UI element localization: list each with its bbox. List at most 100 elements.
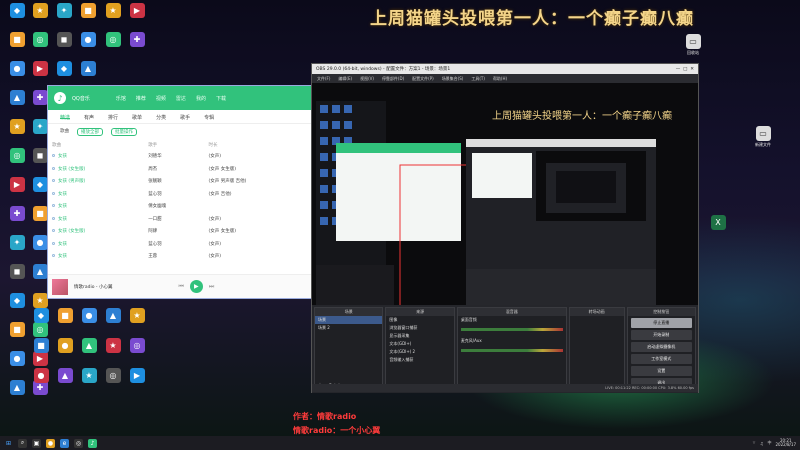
song-title[interactable]: 女孩 (女生版) (48, 163, 144, 176)
song-artist[interactable]: 刘德华 (144, 150, 204, 163)
menu-edit[interactable]: 编辑(E) (338, 76, 352, 81)
source-item[interactable]: 文本(GDI+) (386, 340, 453, 348)
desktop-icon[interactable]: ▶ (124, 368, 150, 384)
song-artist[interactable]: 王蓉 (144, 250, 204, 263)
network-icon[interactable]: ⌔ (752, 440, 756, 446)
menu-tools[interactable]: 工具(T) (471, 76, 485, 81)
music-player-window[interactable]: ♪ QQ音乐 乐馆 推荐 视频 雷达 我的 下载 精选 有声 排行 歌单 分类 … (47, 85, 312, 299)
desktop-icon[interactable]: ● (52, 338, 78, 354)
settings-button[interactable]: 设置 (630, 366, 692, 376)
song-title[interactable]: 女孩 (48, 150, 144, 163)
top-nav-item[interactable]: 下载 (216, 95, 226, 102)
previous-icon[interactable]: ⏮ (178, 283, 183, 291)
song-title[interactable]: 女孩 (48, 200, 144, 213)
desktop-icon[interactable]: ● (28, 368, 54, 384)
minimize-icon[interactable]: — (676, 67, 681, 72)
desktop-icon[interactable]: ▶ (27, 61, 53, 77)
column-header[interactable]: 时长 (205, 140, 311, 150)
like-icon[interactable] (52, 241, 55, 245)
scene-item[interactable]: 场景 (315, 316, 383, 324)
desktop-icon[interactable]: ✚ (124, 32, 150, 48)
stop-streaming-button[interactable]: 停止直播 (630, 318, 692, 328)
desktop-icon[interactable]: ◆ (51, 61, 77, 77)
task-view-icon[interactable]: ▣ (32, 438, 41, 448)
top-nav-item[interactable]: 乐馆 (116, 95, 126, 102)
song-artist[interactable]: 倩女幽魂 (144, 200, 204, 213)
studio-mode-button[interactable]: 工作室模式 (630, 354, 692, 364)
desktop-icon[interactable]: ◎ (100, 368, 126, 384)
desktop-icon[interactable]: ◎ (100, 32, 126, 48)
obs-window[interactable]: OBS 29.0.0 (64-bit, windows) - 配置文件：方案1 … (311, 63, 699, 393)
song-title[interactable]: 女孩 (48, 250, 144, 263)
desktop-icon[interactable]: ◆ (28, 308, 54, 324)
source-item[interactable]: 图像 (386, 316, 453, 324)
desktop-icon-newfile[interactable]: ▭ 新建文件 (750, 126, 776, 147)
song-artist[interactable]: 周杰 (144, 163, 204, 176)
maximize-icon[interactable]: □ (683, 67, 687, 72)
desktop-icon[interactable]: ■ (28, 338, 54, 354)
desktop-icon[interactable]: ◎ (27, 32, 53, 48)
song-row[interactable]: 女孩 (女生版) 阿肆 (女声 女生版) (48, 225, 311, 238)
tab-categories[interactable]: 分类 (156, 114, 166, 121)
subtab-songs[interactable]: 歌曲 (60, 128, 69, 136)
song-artist[interactable]: 蓝心羽 (144, 188, 204, 201)
desktop-icon[interactable]: ★ (76, 368, 102, 384)
source-item[interactable]: 显示器采集 (386, 332, 453, 340)
music-icon[interactable]: ♪ (88, 438, 97, 448)
song-title[interactable]: 女孩 (48, 188, 144, 201)
menu-profile[interactable]: 配置文件(P) (412, 76, 434, 81)
desktop-icon[interactable]: ★ (27, 3, 53, 19)
desktop-icon[interactable]: ★ (100, 338, 126, 354)
tab-albums[interactable]: 专辑 (204, 114, 214, 121)
song-row[interactable]: 女孩 一口甜 (女声) (48, 213, 311, 226)
song-artist[interactable]: 一口甜 (144, 213, 204, 226)
volume-meter[interactable] (460, 349, 563, 352)
desktop-icon[interactable]: ✦ (51, 3, 77, 19)
desktop-icon-excel[interactable]: X (705, 215, 731, 231)
start-recording-button[interactable]: 开始录制 (630, 330, 692, 340)
like-icon[interactable] (52, 191, 55, 195)
tab-audio[interactable]: 有声 (84, 114, 94, 121)
song-row[interactable]: 女孩 (女生版) 周杰 (女声 女生版) (48, 163, 311, 176)
edge-icon[interactable]: e (60, 438, 69, 448)
menu-file[interactable]: 文件(F) (317, 76, 330, 81)
song-title[interactable]: 女孩 (女生版) (48, 225, 144, 238)
source-item[interactable]: 浏览器窗口捕获 (386, 324, 453, 332)
chrome-icon[interactable]: ● (46, 438, 55, 448)
scene-item[interactable]: 场景 2 (315, 324, 382, 332)
desktop-icon[interactable]: ★ (124, 308, 150, 324)
tab-featured[interactable]: 精选 (60, 114, 71, 121)
desktop-icon[interactable]: ▲ (100, 308, 126, 324)
play-all-button[interactable]: 播放全部 (77, 128, 103, 136)
album-cover[interactable] (52, 278, 68, 295)
desktop-icon[interactable]: ◎ (27, 322, 53, 338)
song-artist[interactable]: 蓝心羽 (144, 238, 204, 251)
like-icon[interactable] (52, 154, 55, 158)
menu-docks[interactable]: 停靠部件(D) (382, 76, 404, 81)
desktop-icon[interactable]: ▲ (52, 368, 78, 384)
desktop-icon[interactable]: ■ (52, 308, 78, 324)
song-row[interactable]: 女孩 蓝心羽 (女声) (48, 238, 311, 251)
song-title[interactable]: 女孩 (男声版) (48, 175, 144, 188)
top-nav-item[interactable]: 我的 (196, 95, 206, 102)
top-nav-item[interactable]: 雷达 (176, 95, 186, 102)
volume-meter[interactable] (460, 328, 563, 331)
like-icon[interactable] (52, 254, 55, 258)
song-row[interactable]: 女孩 蓝心羽 (女声 吉他) (48, 188, 311, 201)
ime-icon[interactable]: 中 (767, 440, 771, 446)
tab-singers[interactable]: 歌手 (180, 114, 190, 121)
play-button[interactable]: ▶ (189, 280, 203, 293)
like-icon[interactable] (52, 229, 55, 233)
desktop-icon[interactable]: ◎ (124, 338, 150, 354)
like-icon[interactable] (52, 166, 55, 170)
song-title[interactable]: 女孩 (48, 213, 144, 226)
like-icon[interactable] (52, 204, 55, 208)
song-title[interactable]: 女孩 (48, 238, 144, 251)
song-row[interactable]: 女孩 (男声版) 张靓颖 (女声 男声版 吉他) (48, 175, 311, 188)
top-nav-item[interactable]: 视频 (156, 95, 166, 102)
song-row[interactable]: 女孩 刘德华 (女声) (48, 150, 311, 163)
song-artist[interactable]: 张靓颖 (144, 175, 204, 188)
desktop-icon[interactable]: ● (76, 308, 102, 324)
music-logo-icon[interactable]: ♪ (54, 92, 66, 104)
desktop-icon[interactable]: ▲ (76, 338, 102, 354)
